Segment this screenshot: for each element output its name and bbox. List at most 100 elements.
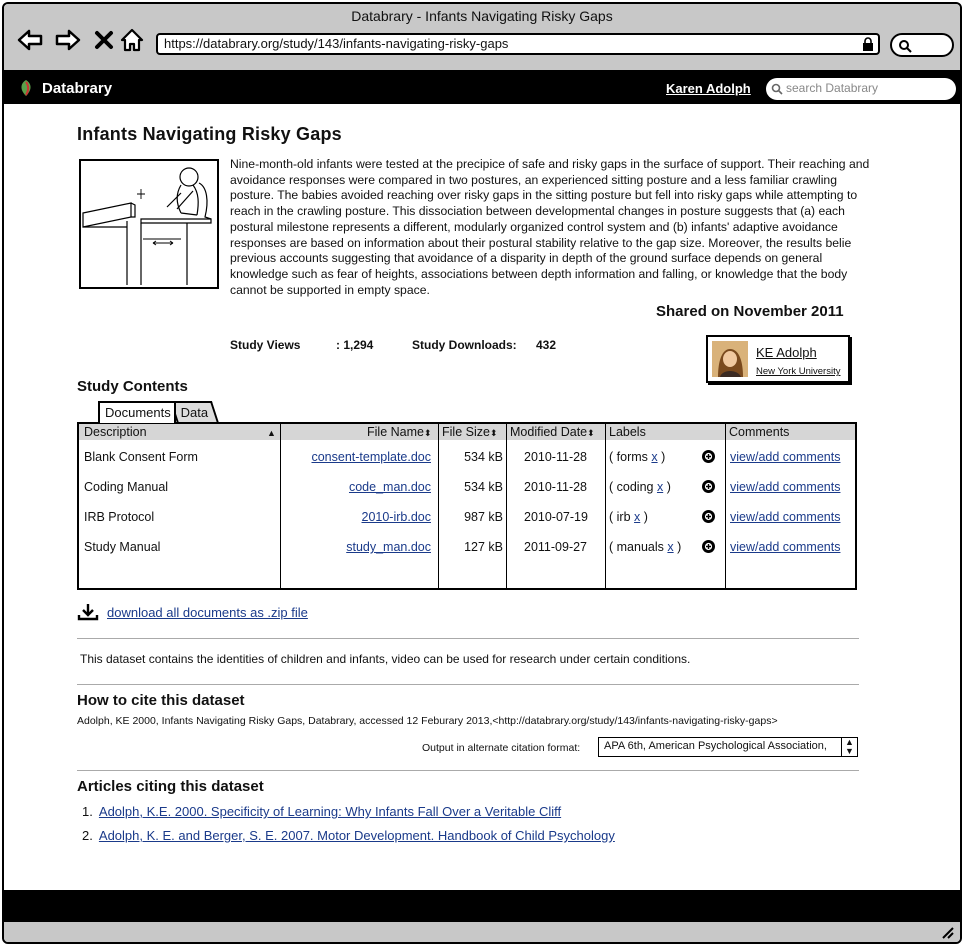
col-header-modified[interactable]: Modified Date⬍ (510, 425, 595, 439)
row-description: Study Manual (84, 540, 161, 554)
modified-date: 2010-11-28 (524, 450, 588, 464)
label-tag: ( manuals x ) (609, 540, 682, 554)
study-thumbnail (79, 159, 219, 289)
col-header-description[interactable]: Description (84, 425, 147, 439)
citation-format-label: Output in alternate citation format: (422, 742, 581, 754)
file-link[interactable]: code_man.doc (349, 480, 431, 494)
article-item: 2. Adolph, K. E. and Berger, S. E. 2007.… (82, 828, 615, 843)
file-size: 127 kB (464, 540, 503, 554)
stop-icon[interactable] (90, 26, 118, 54)
tab-documents[interactable]: Documents (98, 401, 176, 423)
home-icon[interactable] (118, 26, 146, 54)
user-link[interactable]: Karen Adolph (666, 81, 751, 96)
file-size: 534 kB (464, 480, 503, 494)
citation-heading: How to cite this dataset (77, 692, 245, 709)
address-bar[interactable]: https://databrary.org/study/143/infants-… (156, 33, 880, 55)
label-tag: ( irb x ) (609, 510, 648, 524)
sort-icon: ⬍ (423, 428, 432, 438)
author-card[interactable]: KE Adolph New York University (706, 335, 850, 383)
add-label-icon[interactable] (701, 479, 716, 497)
documents-table: Description ▲ File Name⬍ File Size⬍ Modi… (77, 422, 857, 590)
search-icon (771, 83, 783, 95)
tab-data[interactable]: Data (169, 401, 219, 423)
browser-status-bar (4, 920, 960, 942)
back-icon[interactable] (16, 26, 44, 54)
citation-text: Adolph, KE 2000, Infants Navigating Risk… (77, 715, 778, 727)
modified-date: 2010-11-28 (524, 480, 588, 494)
col-header-file-size[interactable]: File Size⬍ (442, 425, 497, 439)
comments-link[interactable]: view/add comments (730, 450, 840, 464)
databrary-logo[interactable]: Databrary (16, 78, 112, 98)
browser-search-field[interactable] (890, 33, 954, 57)
article-link[interactable]: Adolph, K.E. 2000. Specificity of Learni… (99, 804, 561, 819)
study-abstract: Nine-month-old infants were tested at th… (230, 157, 870, 297)
article-item: 1. Adolph, K.E. 2000. Specificity of Lea… (82, 804, 561, 819)
articles-heading: Articles citing this dataset (77, 778, 264, 795)
remove-label-x[interactable]: x (667, 540, 673, 554)
remove-label-x[interactable]: x (651, 450, 657, 464)
file-link[interactable]: 2010-irb.doc (362, 510, 432, 524)
file-link[interactable]: consent-template.doc (311, 450, 431, 464)
tab-data-label: Data (180, 405, 209, 420)
author-name-link[interactable]: KE Adolph (756, 345, 817, 360)
logo-text: Databrary (42, 79, 113, 97)
select-spinner-icon[interactable]: ▲ ▼ (841, 738, 857, 756)
file-link[interactable]: study_man.doc (346, 540, 431, 554)
site-search-placeholder: search Databrary (786, 81, 879, 95)
download-icon (77, 604, 99, 621)
shared-date: Shared on November 2011 (656, 303, 844, 320)
site-nav-bar: Databrary Karen Adolph search Databrary (4, 72, 960, 104)
site-search-input[interactable]: search Databrary (766, 78, 956, 100)
remove-label-x[interactable]: x (634, 510, 640, 524)
col-header-file-name[interactable]: File Name⬍ (367, 425, 432, 439)
window-title: Databrary - Infants Navigating Risky Gap… (351, 8, 613, 24)
browser-window: Databrary - Infants Navigating Risky Gap… (2, 2, 962, 944)
label-tag: ( coding x ) (609, 480, 671, 494)
divider (77, 770, 859, 771)
citation-format-select[interactable]: APA 6th, American Psychological Associat… (598, 737, 858, 757)
lock-icon (863, 37, 873, 51)
article-link[interactable]: Adolph, K. E. and Berger, S. E. 2007. Mo… (99, 828, 615, 843)
divider (77, 638, 859, 639)
col-header-file-name-label: File Name (367, 425, 424, 439)
label-text: coding (616, 480, 654, 494)
downloads-value: 432 (536, 338, 557, 352)
comments-link[interactable]: view/add comments (730, 540, 840, 554)
add-label-icon[interactable] (701, 509, 716, 527)
url-text: https://databrary.org/study/143/infants-… (164, 36, 509, 51)
comments-link[interactable]: view/add comments (730, 480, 840, 494)
search-icon (899, 40, 912, 53)
study-title: Infants Navigating Risky Gaps (77, 124, 342, 144)
downloads-label: Study Downloads: (412, 338, 517, 352)
modified-date: 2011-09-27 (524, 540, 588, 554)
modified-date: 2010-07-19 (524, 510, 588, 524)
article-number: 2. (82, 828, 93, 843)
sort-icon: ⬍ (489, 428, 498, 438)
row-description: IRB Protocol (84, 510, 155, 524)
add-label-icon[interactable] (701, 539, 716, 557)
download-all-row[interactable]: download all documents as .zip file (77, 602, 308, 622)
avatar (712, 341, 748, 377)
study-contents-heading: Study Contents (77, 378, 188, 395)
privacy-notice: This dataset contains the identities of … (80, 652, 691, 666)
author-institution-link[interactable]: New York University (756, 366, 840, 377)
row-description: Blank Consent Form (84, 450, 198, 464)
comments-link[interactable]: view/add comments (730, 510, 840, 524)
article-number: 1. (82, 804, 93, 819)
resize-grip-icon[interactable] (940, 925, 954, 939)
col-header-modified-label: Modified Date (510, 425, 588, 439)
citation-format-value: APA 6th, American Psychological Associat… (604, 740, 827, 752)
sort-icon: ⬍ (587, 428, 595, 438)
download-all-link[interactable]: download all documents as .zip file (107, 605, 308, 620)
add-label-icon[interactable] (701, 449, 716, 467)
sort-up-icon[interactable]: ▲ (267, 425, 276, 439)
label-text: manuals (616, 540, 664, 554)
leaf-logo-icon (21, 80, 31, 96)
browser-chrome: Databrary - Infants Navigating Risky Gap… (4, 4, 960, 72)
file-size: 534 kB (464, 450, 503, 464)
forward-icon[interactable] (54, 26, 82, 54)
remove-label-x[interactable]: x (657, 480, 663, 494)
site-footer (4, 890, 960, 920)
label-text: irb (616, 510, 631, 524)
label-text: forms (616, 450, 648, 464)
